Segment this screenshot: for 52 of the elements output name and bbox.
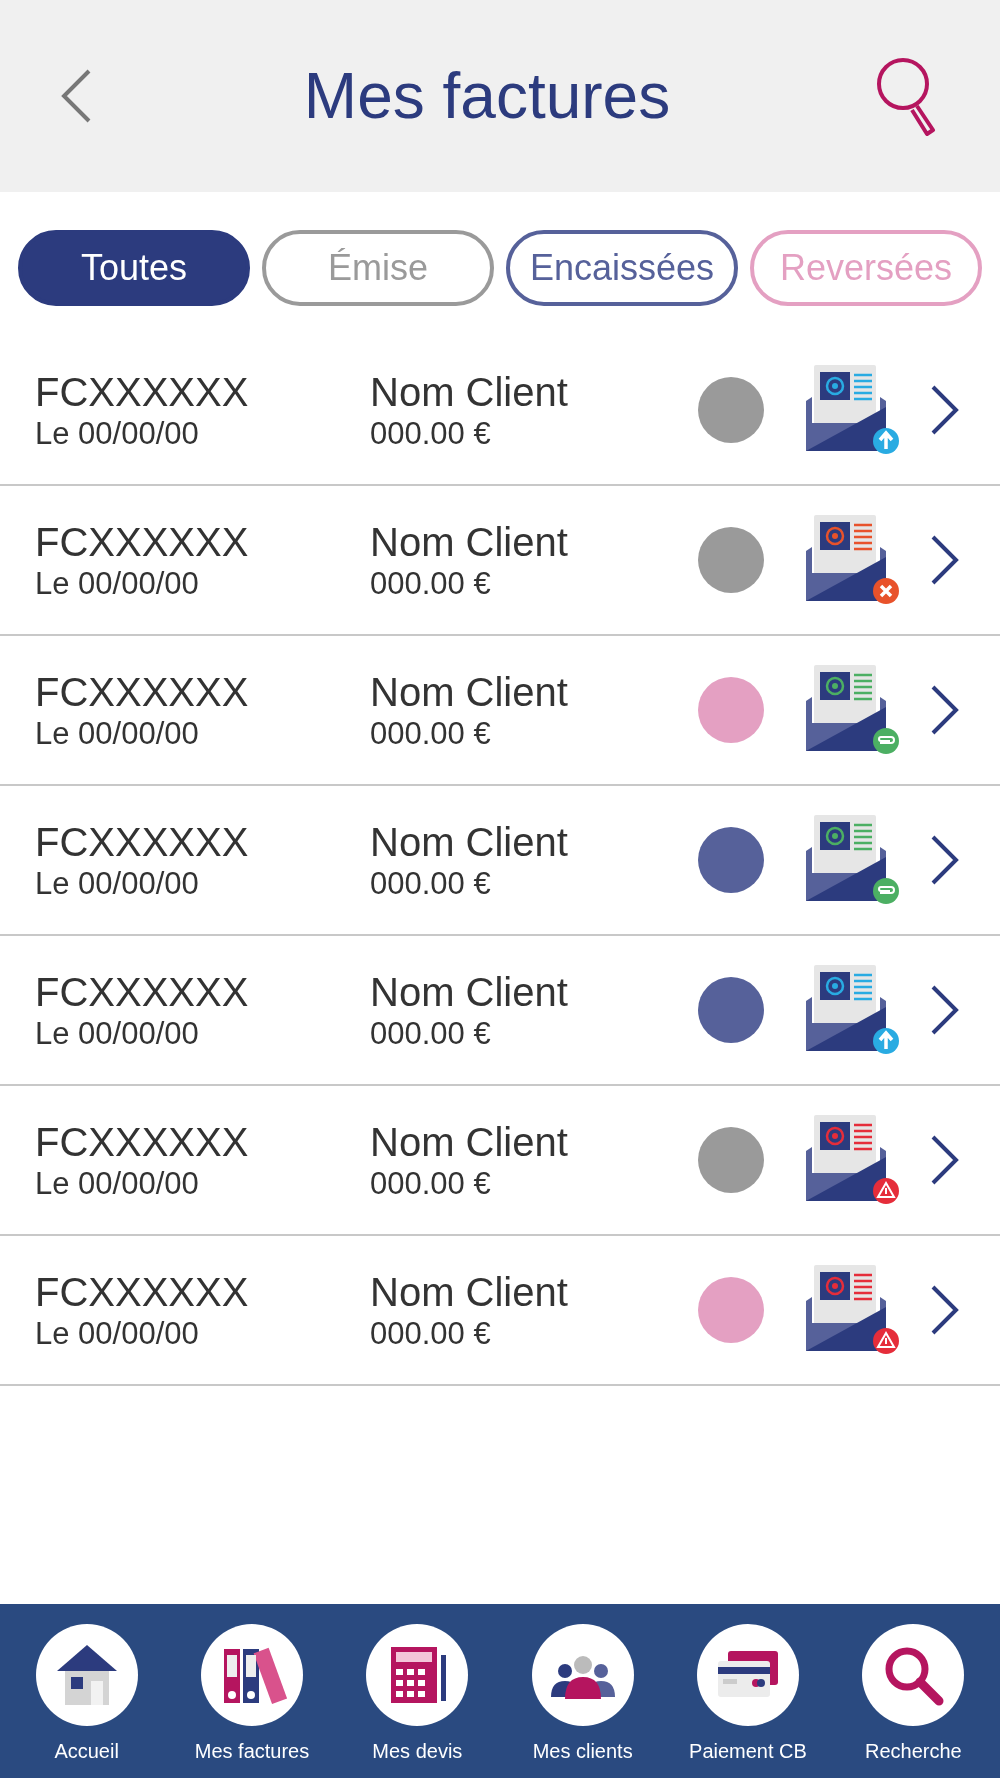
open-invoice-button[interactable] — [930, 1284, 960, 1336]
back-icon — [60, 69, 92, 123]
invoice-date: Le 00/00/00 — [35, 1167, 200, 1199]
invoice-date: Le 00/00/00 — [35, 567, 200, 599]
invoice-amount: 000.00 € — [370, 1317, 492, 1349]
invoice-number: FCXXXXXX — [35, 671, 250, 712]
invoice-amount: 000.00 € — [370, 717, 492, 749]
open-invoice-button[interactable] — [930, 984, 960, 1036]
nav-item[interactable]: Paiement CB — [667, 1624, 828, 1766]
client-name: Nom Client — [370, 371, 569, 412]
invoice-number: FCXXXXXX — [35, 521, 250, 562]
invoice-amount: 000.00 € — [370, 1017, 492, 1049]
invoice-number: FCXXXXXX — [35, 821, 250, 862]
open-invoice-button[interactable] — [930, 684, 960, 736]
invoice-amount: 000.00 € — [370, 1167, 492, 1199]
nav-item[interactable]: Mes factures — [172, 1624, 332, 1766]
client-name: Nom Client — [370, 971, 569, 1012]
invoice-date: Le 00/00/00 — [35, 417, 200, 449]
invoice-number: FCXXXXXX — [35, 1121, 250, 1162]
invoice-date: Le 00/00/00 — [35, 867, 200, 899]
open-invoice-button[interactable] — [930, 834, 960, 886]
invoice-amount: 000.00 € — [370, 417, 492, 449]
chevron-right-icon — [930, 1284, 960, 1336]
client-name: Nom Client — [370, 1271, 569, 1312]
nav-item[interactable]: Mes devis — [337, 1624, 498, 1766]
chevron-right-icon — [930, 984, 960, 1036]
chevron-right-icon — [930, 534, 960, 586]
invoice-number: FCXXXXXX — [35, 971, 250, 1012]
invoice-date: Le 00/00/00 — [35, 1317, 200, 1349]
nav-item[interactable]: Mes clients — [502, 1624, 663, 1766]
filter-tab[interactable]: Toutes — [18, 230, 250, 306]
page-title: Mes factures — [303, 59, 671, 134]
invoice-amount: 000.00 € — [370, 567, 492, 599]
invoice-date: Le 00/00/00 — [35, 717, 200, 749]
nav-item[interactable]: Recherche — [833, 1624, 994, 1766]
open-invoice-button[interactable] — [930, 534, 960, 586]
filter-tab[interactable]: Encaissées — [506, 230, 738, 306]
invoice-number: FCXXXXXX — [35, 1271, 250, 1312]
open-invoice-button[interactable] — [930, 384, 960, 436]
client-name: Nom Client — [370, 1121, 569, 1162]
open-invoice-button[interactable] — [930, 1134, 960, 1186]
invoice-date: Le 00/00/00 — [35, 1017, 200, 1049]
nav-item[interactable]: Accueil — [6, 1624, 167, 1766]
client-name: Nom Client — [370, 521, 569, 562]
chevron-right-icon — [930, 384, 960, 436]
chevron-right-icon — [930, 1134, 960, 1186]
invoice-number: FCXXXXXX — [35, 371, 250, 412]
invoice-amount: 000.00 € — [370, 867, 492, 899]
chevron-right-icon — [930, 684, 960, 736]
client-name: Nom Client — [370, 671, 569, 712]
chevron-right-icon — [930, 834, 960, 886]
client-name: Nom Client — [370, 821, 569, 862]
